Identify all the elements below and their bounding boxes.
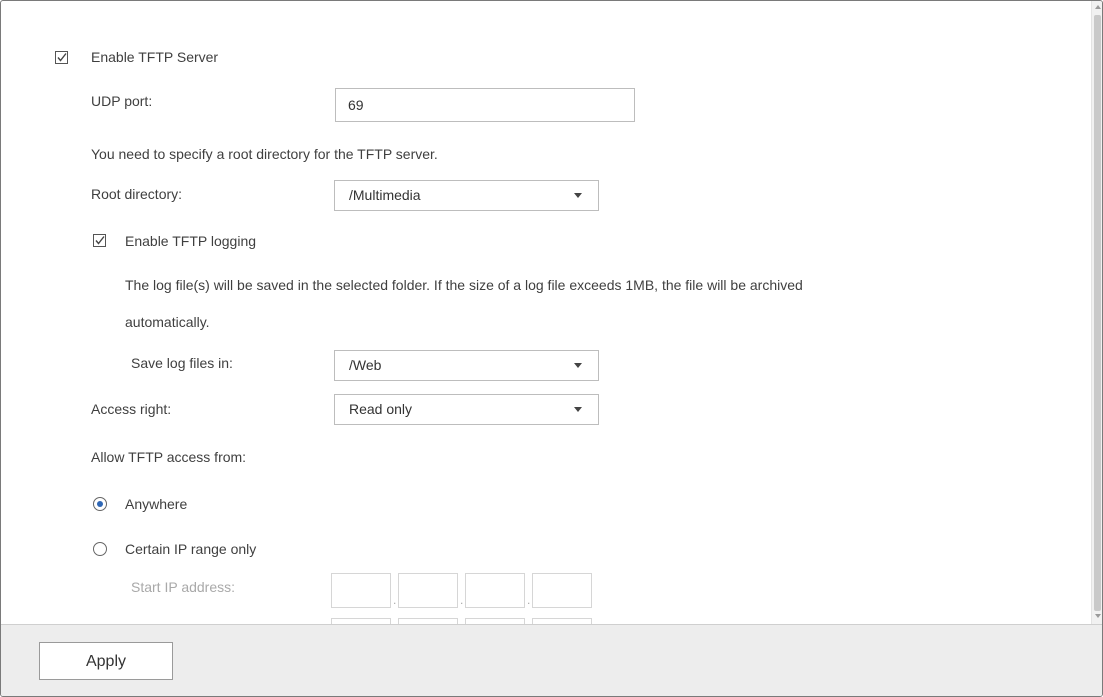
ip-separator: . (527, 593, 531, 607)
scroll-down-arrow-icon[interactable] (1095, 614, 1101, 618)
ip-separator: . (460, 593, 464, 607)
scroll-up-arrow-icon[interactable] (1095, 5, 1101, 9)
scrollbar-thumb[interactable] (1094, 15, 1101, 611)
enable-tftp-logging-checkbox[interactable] (93, 234, 106, 247)
save-log-files-value: /Web (349, 357, 382, 373)
start-ip-octet-4[interactable] (532, 573, 592, 608)
root-directory-note: You need to specify a root directory for… (91, 146, 438, 162)
allow-access-label: Allow TFTP access from: (91, 449, 247, 465)
save-log-files-select[interactable]: /Web (334, 350, 599, 381)
chevron-down-icon (574, 407, 582, 412)
vertical-scrollbar[interactable] (1091, 1, 1102, 624)
chevron-down-icon (574, 193, 582, 198)
enable-tftp-server-checkbox[interactable] (55, 51, 68, 64)
access-right-value: Read only (349, 401, 413, 417)
start-ip-octet-1[interactable] (331, 573, 391, 608)
enable-tftp-logging-label: Enable TFTP logging (125, 233, 257, 249)
ip-range-label: Certain IP range only (125, 541, 257, 557)
chevron-down-icon (574, 363, 582, 368)
start-ip-octet-3[interactable] (465, 573, 525, 608)
anywhere-label: Anywhere (125, 496, 188, 512)
checkmark-icon (95, 236, 105, 245)
root-directory-select[interactable]: /Multimedia (334, 180, 599, 211)
anywhere-radio[interactable] (93, 497, 107, 511)
ip-separator: . (393, 593, 397, 607)
access-right-label: Access right: (91, 401, 172, 417)
save-log-files-label: Save log files in: (131, 355, 233, 371)
access-right-select[interactable]: Read only (334, 394, 599, 425)
udp-port-label: UDP port: (91, 93, 153, 109)
apply-button[interactable]: Apply (39, 642, 173, 680)
udp-port-input[interactable]: 69 (335, 88, 635, 122)
start-ip-label: Start IP address: (131, 579, 236, 595)
settings-content: Enable TFTP Server UDP port: 69 You need… (1, 1, 1091, 624)
checkmark-icon (57, 53, 67, 62)
footer-bar: Apply (1, 624, 1102, 696)
log-note-line1: The log file(s) will be saved in the sel… (125, 277, 803, 293)
enable-tftp-server-label: Enable TFTP Server (91, 49, 219, 65)
ip-range-radio[interactable] (93, 542, 107, 556)
start-ip-octet-2[interactable] (398, 573, 458, 608)
tftp-settings-panel: Enable TFTP Server UDP port: 69 You need… (0, 0, 1103, 697)
log-note-line2: automatically. (125, 314, 210, 330)
root-directory-label: Root directory: (91, 186, 183, 202)
root-directory-value: /Multimedia (349, 187, 421, 203)
radio-selected-dot (97, 501, 103, 507)
